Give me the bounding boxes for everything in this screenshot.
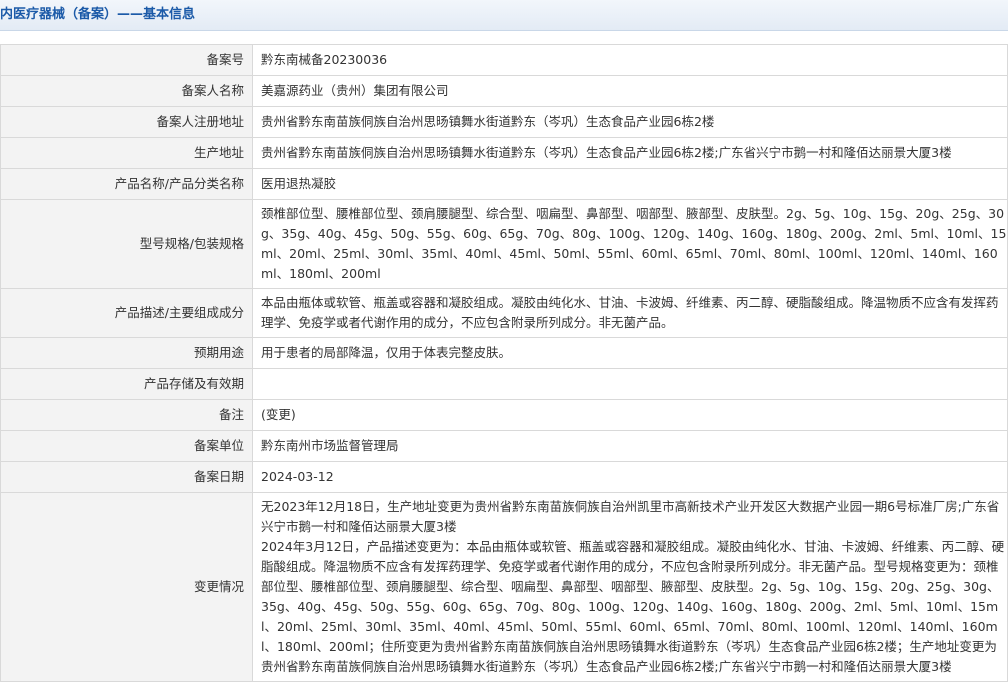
row-value: 2024-03-12	[252, 461, 1008, 493]
table-row: 变更情况 无2023年12月18日，生产地址变更为贵州省黔东南苗族侗族自治州凯里…	[0, 492, 1008, 682]
table-row: 备注 (变更)	[0, 399, 1008, 431]
row-value: 用于患者的局部降温，仅用于体表完整皮肤。	[252, 337, 1008, 369]
table-row: 备案单位 黔东南州市场监督管理局	[0, 430, 1008, 462]
row-value: 贵州省黔东南苗族侗族自治州思旸镇舞水街道黔东（岑巩）生态食品产业园6栋2楼	[252, 106, 1008, 138]
row-value: 美嘉源药业（贵州）集团有限公司	[252, 75, 1008, 107]
table-row: 型号规格/包装规格 颈椎部位型、腰椎部位型、颈肩腰腿型、综合型、咽扁型、鼻部型、…	[0, 199, 1008, 289]
row-label: 型号规格/包装规格	[0, 199, 253, 289]
row-value: (变更)	[252, 399, 1008, 431]
row-value: 医用退热凝胶	[252, 168, 1008, 200]
table-row: 备案日期 2024-03-12	[0, 461, 1008, 493]
row-label: 备案单位	[0, 430, 253, 462]
row-label: 产品描述/主要组成成分	[0, 288, 253, 338]
row-label: 生产地址	[0, 137, 253, 169]
table-row: 产品名称/产品分类名称 医用退热凝胶	[0, 168, 1008, 200]
row-value: 黔东南州市场监督管理局	[252, 430, 1008, 462]
table-row: 预期用途 用于患者的局部降温，仅用于体表完整皮肤。	[0, 337, 1008, 369]
change-history-value: 无2023年12月18日，生产地址变更为贵州省黔东南苗族侗族自治州凯里市高新技术…	[252, 492, 1008, 682]
row-label: 产品存储及有效期	[0, 368, 253, 400]
table-row: 产品存储及有效期	[0, 368, 1008, 400]
row-label: 备案人注册地址	[0, 106, 253, 138]
table-row: 产品描述/主要组成成分 本品由瓶体或软管、瓶盖或容器和凝胶组成。凝胶由纯化水、甘…	[0, 288, 1008, 338]
row-label: 变更情况	[0, 492, 253, 682]
row-label: 备案人名称	[0, 75, 253, 107]
page-title: 内医疗器械（备案）——基本信息	[0, 0, 1008, 31]
row-value: 贵州省黔东南苗族侗族自治州思旸镇舞水街道黔东（岑巩）生态食品产业园6栋2楼;广东…	[252, 137, 1008, 169]
info-table: 备案号 黔东南械备20230036 备案人名称 美嘉源药业（贵州）集团有限公司 …	[0, 44, 1008, 682]
row-label: 备案号	[0, 44, 253, 76]
table-row: 生产地址 贵州省黔东南苗族侗族自治州思旸镇舞水街道黔东（岑巩）生态食品产业园6栋…	[0, 137, 1008, 169]
row-label: 备案日期	[0, 461, 253, 493]
table-row: 备案号 黔东南械备20230036	[0, 44, 1008, 76]
row-value	[252, 368, 1008, 400]
row-label: 备注	[0, 399, 253, 431]
table-row: 备案人名称 美嘉源药业（贵州）集团有限公司	[0, 75, 1008, 107]
row-value: 本品由瓶体或软管、瓶盖或容器和凝胶组成。凝胶由纯化水、甘油、卡波姆、纤维素、丙二…	[252, 288, 1008, 338]
row-label: 预期用途	[0, 337, 253, 369]
row-label: 产品名称/产品分类名称	[0, 168, 253, 200]
row-value: 颈椎部位型、腰椎部位型、颈肩腰腿型、综合型、咽扁型、鼻部型、咽部型、腋部型、皮肤…	[252, 199, 1008, 289]
row-value: 黔东南械备20230036	[252, 44, 1008, 76]
table-row: 备案人注册地址 贵州省黔东南苗族侗族自治州思旸镇舞水街道黔东（岑巩）生态食品产业…	[0, 106, 1008, 138]
